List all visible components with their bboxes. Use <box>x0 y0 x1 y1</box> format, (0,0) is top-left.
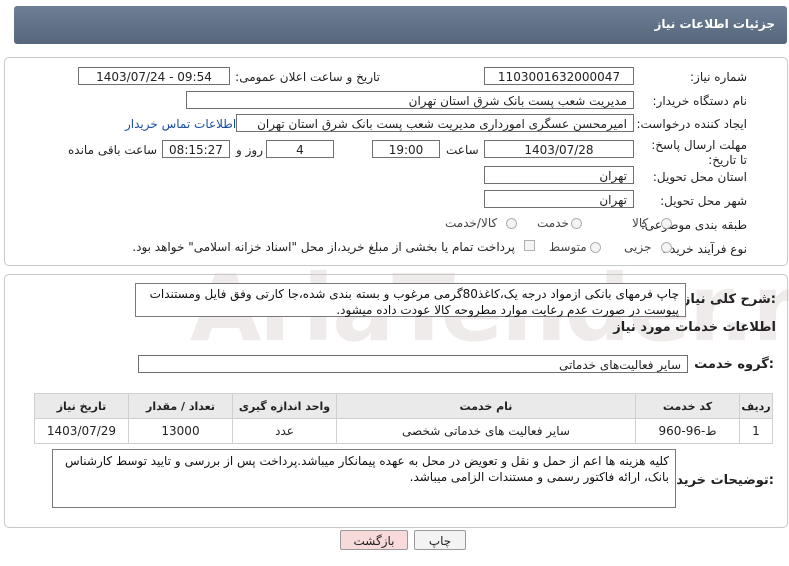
city-label: شهر محل تحویل: <box>660 194 747 208</box>
services-table-header: ردیف کد خدمت نام خدمت واحد اندازه گیری ت… <box>34 393 773 419</box>
category-radio-service[interactable] <box>571 218 582 229</box>
buyer-name-field: مدیریت شعب پست بانک شرق استان تهران <box>186 91 634 109</box>
buyer-contact-link[interactable]: اطلاعات تماس خریدار <box>125 117 236 131</box>
cell-code: ط-96-960 <box>635 418 740 444</box>
col-need-date: تاریخ نیاز <box>34 393 129 419</box>
cell-quantity: 13000 <box>128 418 233 444</box>
need-number-label: شماره نیاز: <box>690 70 747 84</box>
days-label: روز و <box>236 143 263 157</box>
announce-date-field: 1403/07/24 - 09:54 <box>78 67 230 85</box>
process-label: نوع فرآیند خرید : <box>662 242 747 256</box>
category-radio-goods[interactable] <box>661 218 672 229</box>
requester-field: امیرمحسن عسگری امورداری مدیریت شعب پست ب… <box>236 114 634 132</box>
services-table: ردیف کد خدمت نام خدمت واحد اندازه گیری ت… <box>34 393 773 444</box>
process-radio-minor[interactable] <box>661 242 672 253</box>
province-field: تهران <box>484 166 634 184</box>
buyer-notes-textarea: کلیه هزینه ها اعم از حمل و نقل و تعویض د… <box>52 449 676 508</box>
category-label: طبقه بندی موضوعی: <box>640 218 747 232</box>
col-code: کد خدمت <box>635 393 740 419</box>
cell-row: 1 <box>739 418 773 444</box>
back-button[interactable]: بازگشت <box>340 530 408 550</box>
remaining-time-label: ساعت باقی مانده <box>68 143 158 157</box>
table-row: 1 ط-96-960 سایر فعالیت های خدماتی شخصی ع… <box>34 418 773 444</box>
summary-textarea: چاپ فرمهای بانکی ازمواد درجه یک،کاغذ80گر… <box>135 283 686 317</box>
cell-need-date: 1403/07/29 <box>34 418 129 444</box>
category-option-goods: کالا <box>632 216 649 230</box>
days-remaining-field: 4 <box>266 140 334 158</box>
remaining-time-field: 08:15:27 <box>162 140 230 158</box>
cell-unit: عدد <box>232 418 337 444</box>
summary-label: شرح کلی نیاز: <box>682 292 776 307</box>
cell-name: سایر فعالیت های خدماتی شخصی <box>336 418 636 444</box>
treasury-payment-checkbox[interactable] <box>524 240 535 251</box>
category-option-service: خدمت <box>537 216 569 230</box>
requester-label: ایجاد کننده درخواست: <box>636 117 747 131</box>
buyer-notes-label: توضیحات خریدار: <box>664 473 774 488</box>
col-unit: واحد اندازه گیری <box>232 393 337 419</box>
city-field: تهران <box>484 190 634 208</box>
buyer-name-label: نام دستگاه خریدار: <box>652 94 748 108</box>
deadline-label: مهلت ارسال پاسخ: تا تاریخ: <box>651 138 747 167</box>
service-group-label: گروه خدمت: <box>694 357 774 372</box>
process-radio-medium[interactable] <box>590 242 601 253</box>
need-number-field: 1103001632000047 <box>484 67 634 85</box>
category-option-goods-service: کالا/خدمت <box>445 216 498 230</box>
page-header: جزئیات اطلاعات نیاز <box>14 6 787 44</box>
page-title: جزئیات اطلاعات نیاز <box>654 17 775 31</box>
announce-date-label: تاریخ و ساعت اعلان عمومی: <box>235 70 380 84</box>
services-section-title: اطلاعات خدمات مورد نیاز <box>613 320 776 335</box>
treasury-payment-note: پرداخت تمام یا بخشی از مبلغ خرید،از محل … <box>132 240 515 254</box>
deadline-date-field: 1403/07/28 <box>484 140 634 158</box>
process-option-minor: جزیی <box>624 240 652 254</box>
deadline-time-field: 19:00 <box>372 140 440 158</box>
col-name: نام خدمت <box>336 393 636 419</box>
process-option-medium: متوسط <box>549 240 587 254</box>
service-group-field: سایر فعالیت‌های خدماتی <box>138 355 688 373</box>
category-radio-goods-service[interactable] <box>506 218 517 229</box>
deadline-time-label: ساعت <box>446 143 479 157</box>
col-row: ردیف <box>739 393 773 419</box>
col-quantity: تعداد / مقدار <box>128 393 233 419</box>
print-button[interactable]: چاپ <box>414 530 466 550</box>
province-label: استان محل تحویل: <box>652 170 747 184</box>
